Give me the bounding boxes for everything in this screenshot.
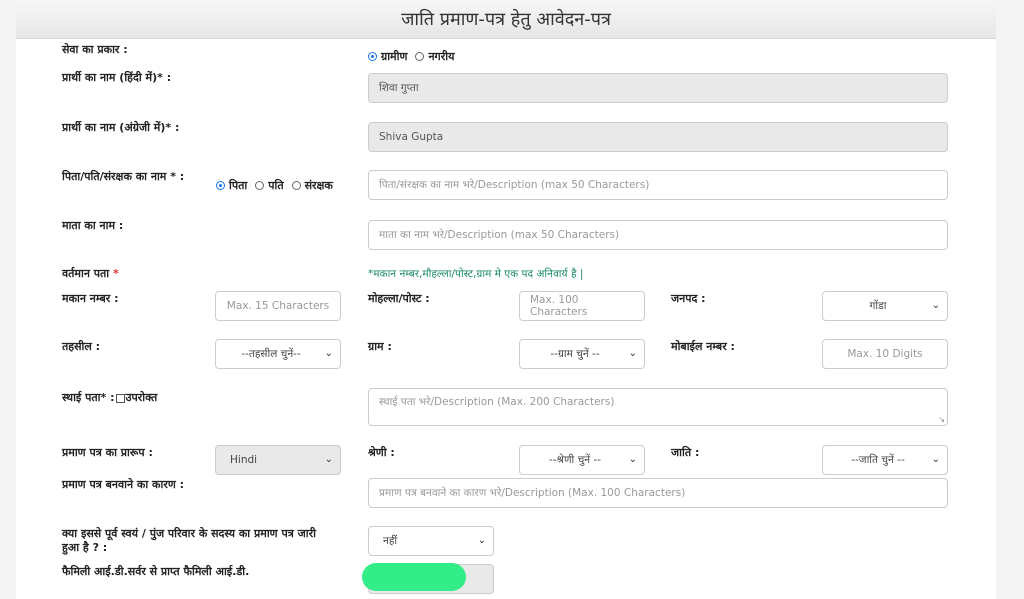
- page-header: जाति प्रमाण-पत्र हेतु आवेदन-पत्र: [16, 0, 996, 39]
- reason-label: प्रमाण पत्र बनवाने का कारण :: [62, 478, 185, 491]
- page-title: जाति प्रमाण-पत्र हेतु आवेदन-पत्र: [401, 9, 611, 30]
- name-english-input[interactable]: Shiva Gupta: [368, 122, 948, 152]
- mother-label: माता का नाम :: [62, 219, 124, 232]
- village-select[interactable]: --ग्राम चुनें -- ⌄: [519, 339, 645, 369]
- category-label: श्रेणी :: [368, 446, 395, 459]
- certificate-format-select[interactable]: Hindi ⌄: [215, 445, 341, 475]
- radio-urban-circle[interactable]: [415, 52, 425, 61]
- locality-label: मोहल्ला/पोस्ट :: [368, 292, 430, 305]
- name-english-label: प्रार्थी का नाम (अंग्रेजी में)* :: [62, 121, 180, 134]
- guardian-label: पिता/पति/संरक्षक का नाम * :: [62, 170, 185, 183]
- radio-husband-circle[interactable]: [255, 181, 265, 190]
- resize-handle-icon[interactable]: ↘: [938, 415, 945, 424]
- previous-issued-label: क्या इससे पूर्व स्वयं / पुंज परिवार के स…: [62, 527, 316, 554]
- radio-urban[interactable]: नगरीय: [415, 49, 454, 64]
- service-type-label: सेवा का प्रकार :: [62, 43, 128, 56]
- redaction-mask: [362, 563, 466, 591]
- radio-husband[interactable]: पति: [255, 178, 284, 193]
- mobile-input[interactable]: Max. 10 Digits: [822, 339, 948, 369]
- chevron-down-icon: ⌄: [931, 454, 940, 465]
- mother-name-input[interactable]: माता का नाम भरे/Description (max 50 Char…: [368, 220, 948, 250]
- locality-input[interactable]: Max. 100 Characters: [519, 291, 645, 321]
- caste-label: जाति :: [671, 446, 700, 459]
- chevron-down-icon: ⌄: [324, 454, 333, 465]
- guardian-radios: पिता पति संरक्षक: [216, 178, 341, 193]
- tehsil-label: तहसील :: [62, 340, 101, 353]
- name-hindi-input[interactable]: शिवा गुप्ता: [368, 73, 948, 103]
- chevron-down-icon: ⌄: [931, 300, 940, 311]
- radio-guardian-circle[interactable]: [291, 181, 301, 190]
- chevron-down-icon: ⌄: [628, 454, 637, 465]
- service-type-radios: ग्रामीण नगरीय: [368, 49, 462, 64]
- radio-father[interactable]: पिता: [216, 178, 247, 193]
- chevron-down-icon: ⌄: [324, 348, 333, 359]
- chevron-down-icon: ⌄: [628, 348, 637, 359]
- required-star: *: [112, 267, 119, 280]
- mobile-label: मोबाईल नम्बर :: [671, 340, 735, 353]
- permanent-address-textarea[interactable]: स्थाई पता भरे/Description (Max. 200 Char…: [368, 388, 948, 426]
- caste-select[interactable]: --जाति चुनें -- ⌄: [822, 445, 948, 475]
- tehsil-select[interactable]: --तहसील चुनें-- ⌄: [215, 339, 341, 369]
- permanent-address-label: स्थाई पता* : उपरोक्त: [62, 391, 158, 404]
- category-select[interactable]: --श्रेणी चुनें -- ⌄: [519, 445, 645, 475]
- family-id-label: फैमिली आई.डी.सर्वर से प्राप्त फैमिली आई.…: [62, 565, 250, 578]
- radio-guardian[interactable]: संरक्षक: [291, 178, 333, 193]
- village-label: ग्राम :: [368, 340, 392, 353]
- address-note: *मकान नम्बर,मौहल्ला/पोस्ट,ग्राम मे एक पद…: [368, 268, 584, 280]
- application-form: सेवा का प्रकार : ग्रामीण नगरीय प्रार्थी …: [16, 39, 996, 599]
- district-select[interactable]: गोंडा ⌄: [822, 291, 948, 321]
- radio-father-circle[interactable]: [216, 181, 225, 190]
- same-as-above-checkbox[interactable]: [115, 393, 125, 403]
- same-as-above-label: उपरोक्त: [125, 391, 158, 404]
- radio-rural[interactable]: ग्रामीण: [368, 49, 407, 64]
- chevron-down-icon: ⌄: [477, 535, 486, 546]
- current-address-label: वर्तमान पता *: [62, 267, 119, 280]
- house-no-label: मकान नम्बर :: [62, 292, 119, 305]
- name-hindi-label: प्रार्थी का नाम (हिंदी में)* :: [62, 71, 172, 84]
- radio-rural-circle[interactable]: [368, 52, 377, 61]
- certificate-format-label: प्रमाण पत्र का प्रारूप :: [62, 446, 153, 459]
- guardian-name-input[interactable]: पिता/संरक्षक का नाम भरे/Description (max…: [368, 170, 948, 200]
- reason-input[interactable]: प्रमाण पत्र बनवाने का कारण भरे/Descripti…: [368, 478, 948, 508]
- house-no-input[interactable]: Max. 15 Characters: [215, 291, 341, 321]
- district-label: जनपद :: [671, 292, 706, 305]
- previous-issued-select[interactable]: नहीं ⌄: [368, 526, 494, 556]
